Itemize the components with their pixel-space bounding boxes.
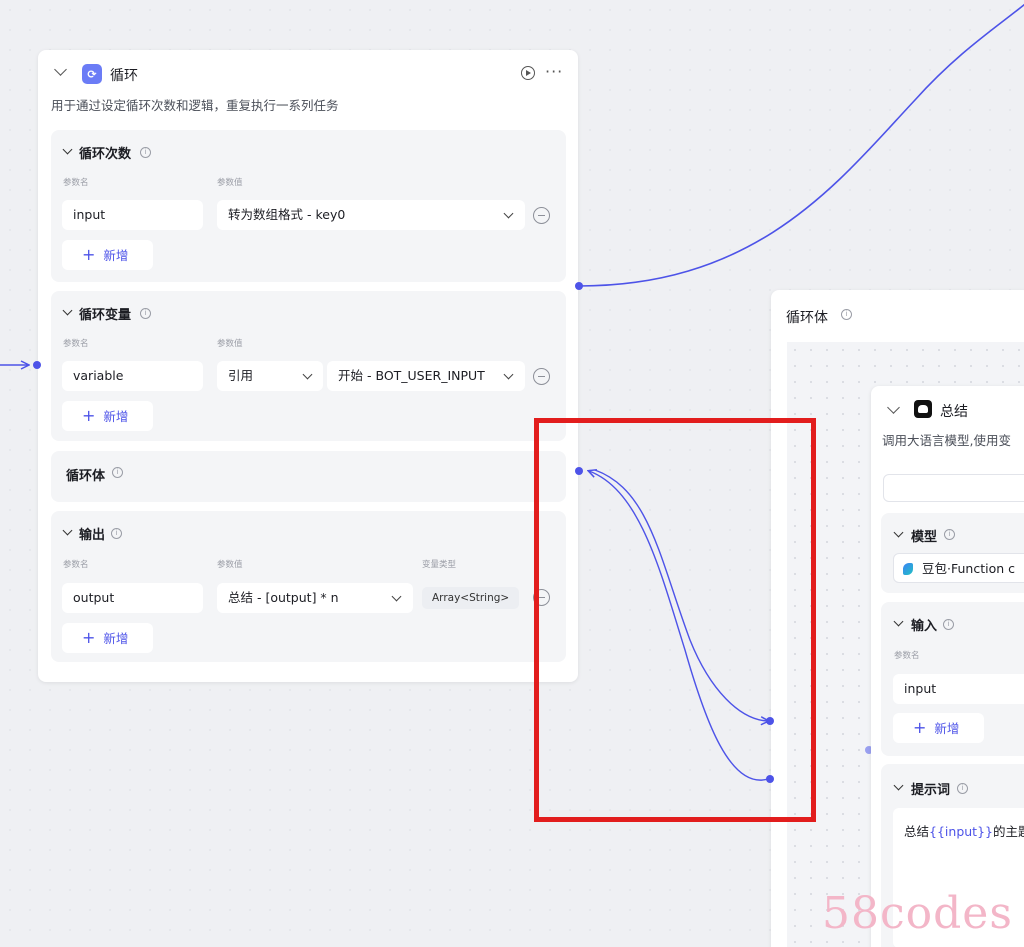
collapse-chevron-icon[interactable] — [54, 63, 67, 76]
plus-icon: + — [82, 406, 96, 425]
collapse-chevron-icon[interactable] — [887, 401, 900, 414]
chevron-down-icon — [503, 369, 514, 380]
param-value-text: 总结 - [output] * n — [228, 590, 339, 605]
ref-value-select[interactable]: 开始 - BOT_USER_INPUT — [327, 361, 525, 391]
llm-icon — [914, 400, 932, 418]
section-title: 输入 — [911, 619, 938, 634]
plus-icon: + — [82, 628, 96, 647]
param-name-input[interactable]: output — [62, 583, 203, 613]
add-row-button[interactable]: + 新增 — [62, 401, 153, 431]
param-name-label: 参数名 — [63, 339, 89, 349]
output-port[interactable] — [575, 282, 583, 290]
loop-body-title: 循环体 — [786, 310, 828, 326]
loop-count-section: 循环次数 i 参数名 参数值 input 转为数组格式 - key0 + 新增 — [51, 130, 566, 282]
loop-icon: ⟳ — [82, 64, 102, 84]
param-name-input[interactable]: input — [893, 674, 1024, 704]
param-value-select[interactable]: 转为数组格式 - key0 — [217, 200, 525, 230]
more-icon[interactable]: ··· — [545, 62, 563, 81]
loop-node-description: 用于通过设定循环次数和逻辑，重复执行一系列任务 — [51, 98, 339, 113]
prompt-text-prefix: 总结 — [904, 824, 930, 839]
info-icon: i — [140, 147, 151, 158]
section-chevron-icon[interactable] — [893, 616, 904, 627]
wire-loop-to-next — [578, 3, 1024, 287]
section-title: 提示词 — [911, 783, 951, 798]
info-icon: i — [112, 467, 123, 478]
summary-name-input[interactable] — [883, 474, 1024, 502]
ref-value-text: 开始 - BOT_USER_INPUT — [338, 368, 485, 383]
add-label: 新增 — [103, 409, 129, 424]
var-type-tag: Array<String> — [422, 587, 520, 609]
add-row-button[interactable]: + 新增 — [62, 623, 153, 653]
section-title: 输出 — [79, 528, 106, 543]
param-name-label: 参数名 — [63, 560, 89, 570]
ref-mode-select[interactable]: 引用 — [217, 361, 323, 391]
remove-row-icon[interactable] — [533, 207, 550, 224]
param-value-label: 参数值 — [217, 178, 243, 188]
loop-variable-section: 循环变量 i 参数名 参数值 variable 引用 开始 - BOT_USER… — [51, 291, 566, 441]
summary-node[interactable]: 总结 调用大语言模型,使用变 模型 i 豆包·Function c 输入 i 参… — [871, 386, 1024, 947]
model-section: 模型 i 豆包·Function c — [881, 513, 1024, 593]
section-chevron-icon[interactable] — [62, 144, 73, 155]
run-icon[interactable] — [521, 66, 535, 80]
section-title: 循环次数 — [79, 147, 132, 162]
loop-body-section: 循环体 i — [51, 451, 566, 502]
add-label: 新增 — [934, 721, 960, 736]
section-chevron-icon[interactable] — [62, 305, 73, 316]
info-icon: i — [111, 528, 122, 539]
info-icon: i — [957, 783, 968, 794]
info-icon: i — [841, 309, 852, 320]
output-section: 输出 i 参数名 参数值 变量类型 output 总结 - [output] *… — [51, 511, 566, 662]
input-section: 输入 i 参数名 input + 新增 — [881, 602, 1024, 756]
prompt-variable: {{input}} — [929, 824, 993, 839]
plus-icon: + — [82, 245, 96, 264]
add-row-button[interactable]: + 新增 — [893, 713, 984, 743]
section-chevron-icon[interactable] — [62, 525, 73, 536]
section-chevron-icon[interactable] — [893, 527, 904, 538]
param-value-label: 参数值 — [217, 339, 243, 349]
model-name: 豆包·Function c — [922, 561, 1015, 576]
chevron-down-icon — [391, 591, 402, 602]
param-name-input[interactable]: input — [62, 200, 203, 230]
loop-node-title: 循环 — [110, 68, 138, 84]
param-value-select[interactable]: 总结 - [output] * n — [217, 583, 413, 613]
param-value-label: 参数值 — [217, 560, 243, 570]
var-type-label: 变量类型 — [422, 560, 457, 570]
section-title: 模型 — [911, 530, 938, 545]
add-row-button[interactable]: + 新增 — [62, 240, 153, 270]
input-port[interactable] — [33, 361, 41, 369]
ref-mode-text: 引用 — [228, 368, 254, 383]
loop-node[interactable]: ⟳ 循环 ··· 用于通过设定循环次数和逻辑，重复执行一系列任务 循环次数 i … — [38, 50, 578, 682]
add-label: 新增 — [103, 631, 129, 646]
loop-node-header: ⟳ 循环 ··· — [38, 50, 578, 94]
remove-row-icon[interactable] — [533, 368, 550, 385]
param-name-input[interactable]: variable — [62, 361, 203, 391]
prompt-text-suffix: 的主题 — [992, 824, 1024, 839]
info-icon: i — [140, 308, 151, 319]
highlight-box — [534, 418, 816, 822]
add-label: 新增 — [103, 248, 129, 263]
chevron-down-icon — [302, 369, 313, 380]
param-value-text: 转为数组格式 - key0 — [228, 207, 346, 222]
watermark: 58codes — [822, 888, 1013, 939]
summary-node-description: 调用大语言模型,使用变 — [882, 433, 1011, 448]
info-icon: i — [944, 529, 955, 540]
param-name-label: 参数名 — [63, 178, 89, 188]
section-title: 循环变量 — [79, 308, 132, 323]
section-title: 循环体 — [66, 469, 106, 484]
summary-node-title: 总结 — [940, 404, 968, 420]
param-name-label: 参数名 — [894, 651, 920, 661]
section-chevron-icon[interactable] — [893, 780, 904, 791]
info-icon: i — [943, 619, 954, 630]
chevron-down-icon — [503, 208, 514, 219]
plus-icon: + — [913, 718, 927, 737]
